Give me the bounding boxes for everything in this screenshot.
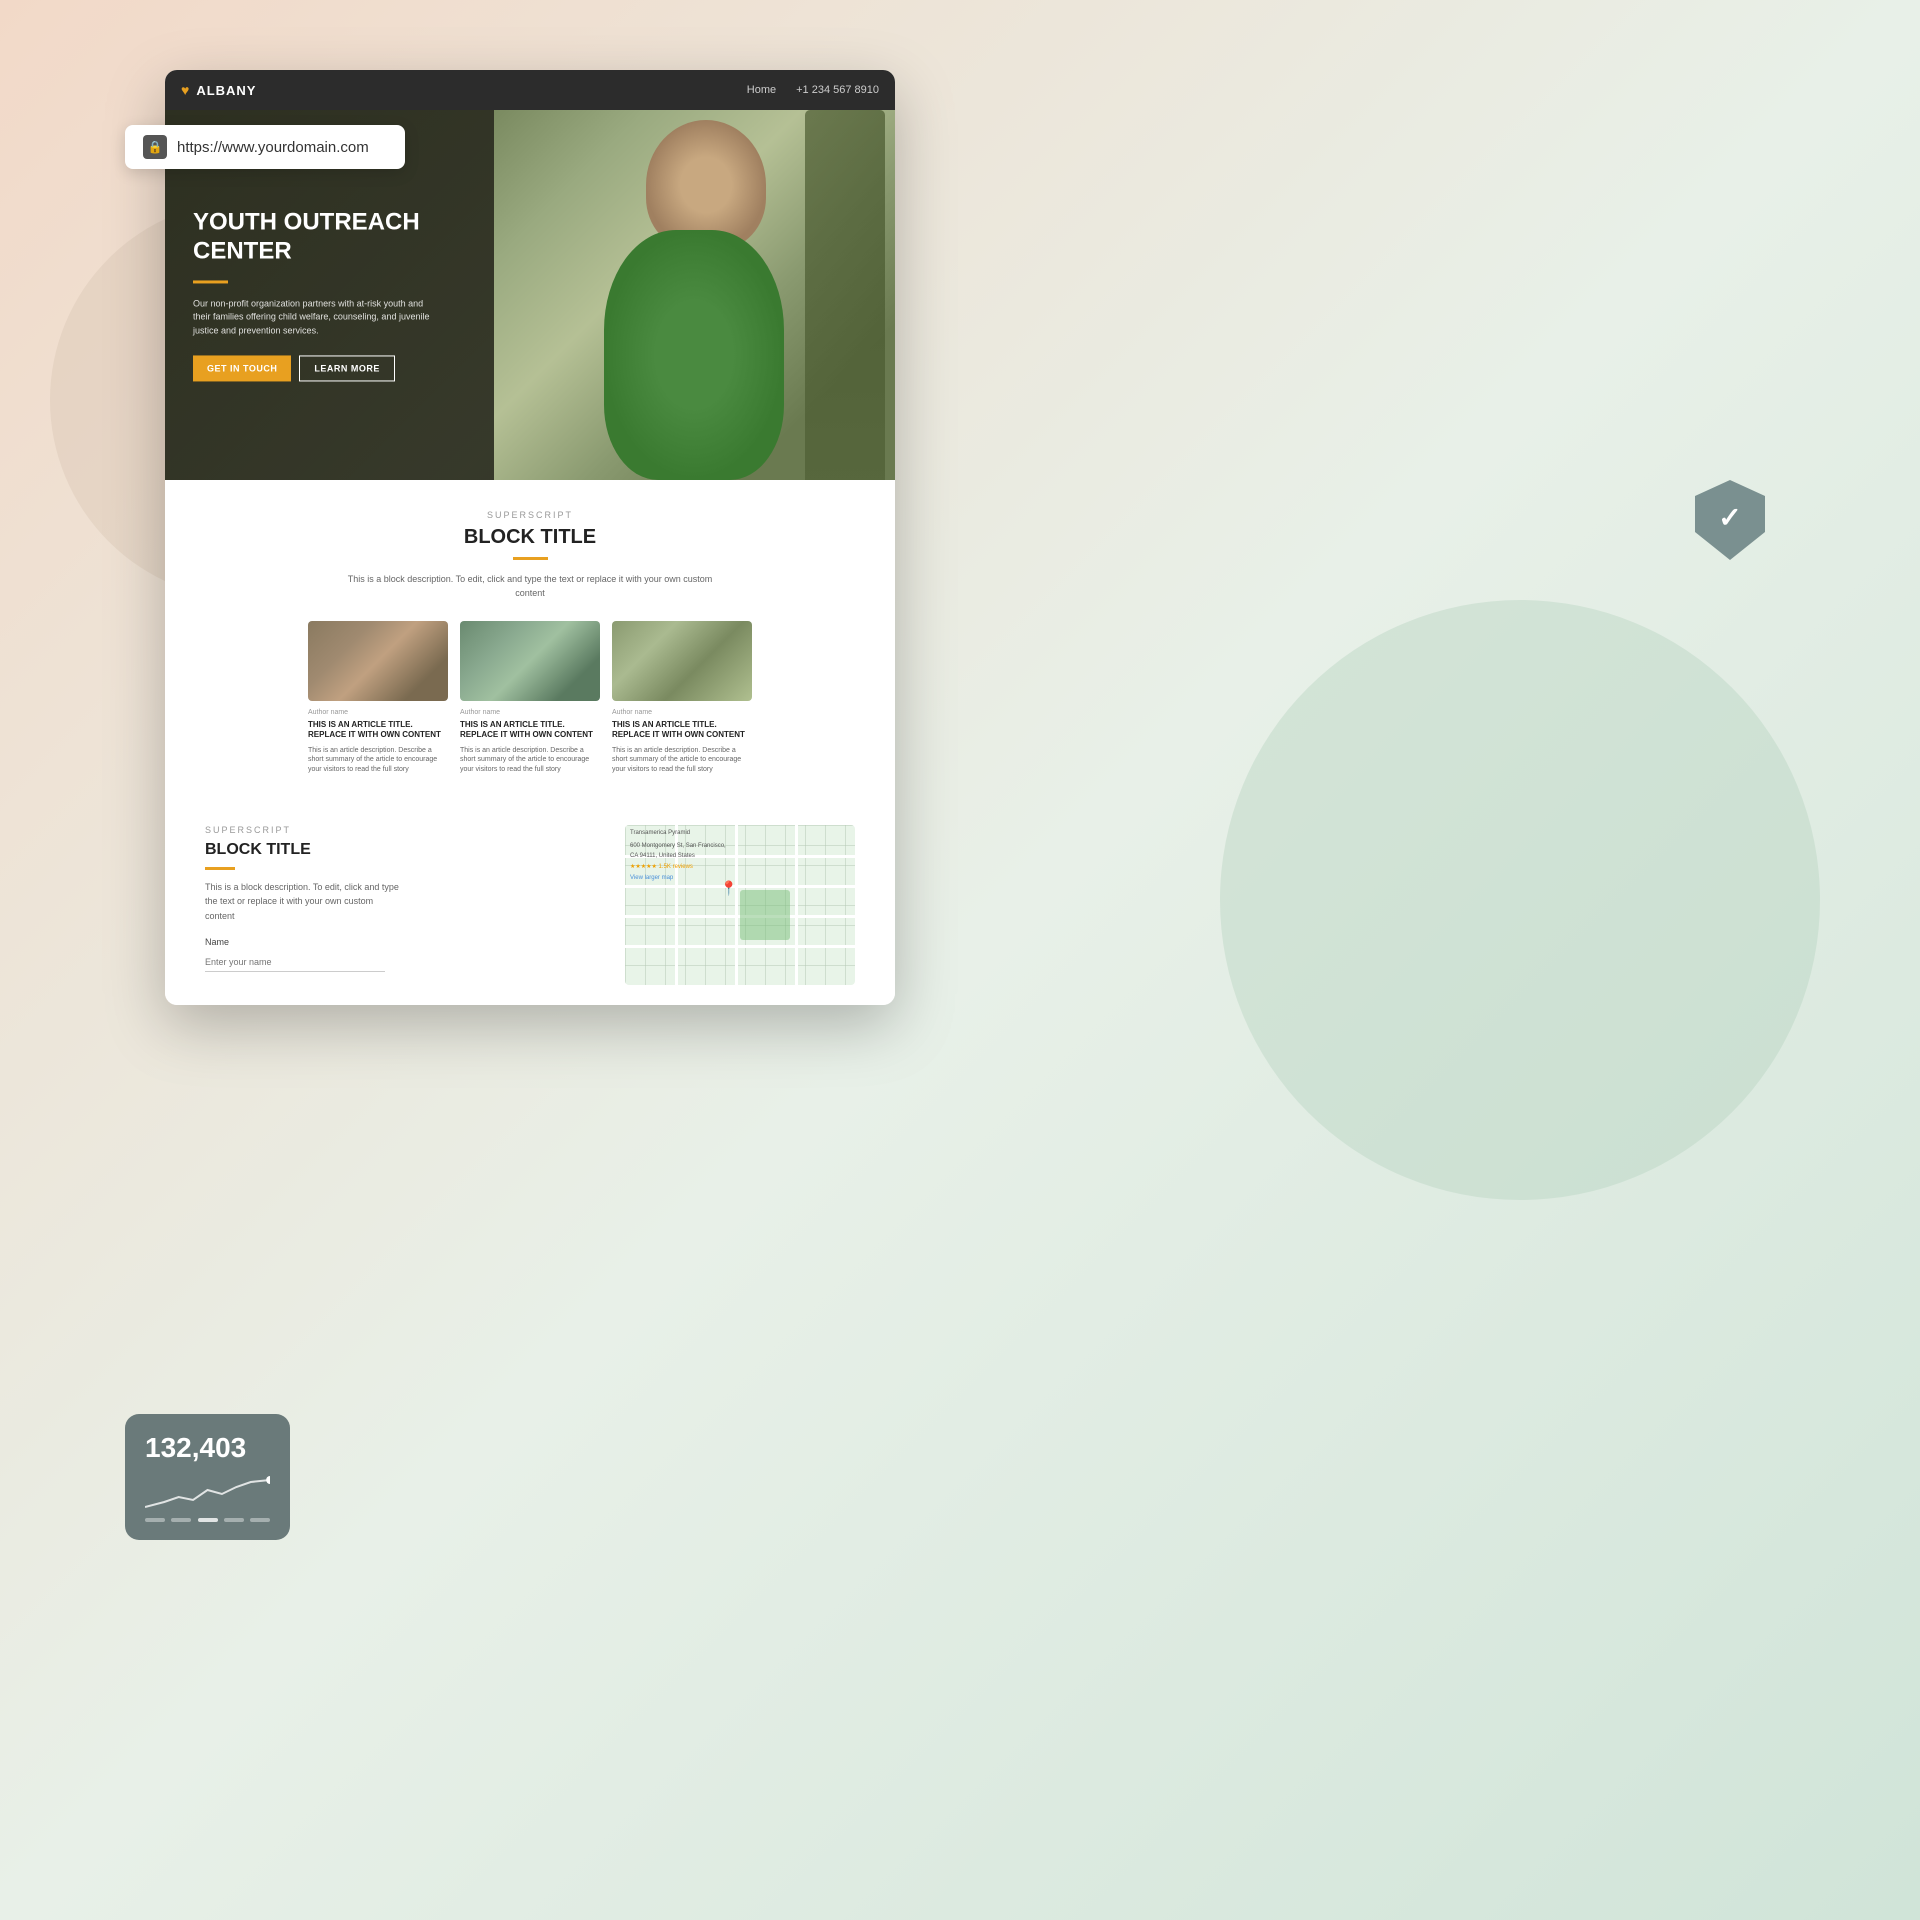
- card1-image: [308, 621, 448, 701]
- section2-description: This is a block description. To edit, cl…: [205, 880, 405, 923]
- hero-image: [494, 110, 896, 480]
- map-road: [795, 825, 798, 985]
- block-section-1: SUPERSCRIPT BLOCK TITLE This is a block …: [165, 480, 895, 805]
- card1-description: This is an article description. Describe…: [308, 746, 448, 775]
- chart-dot-3: [198, 1518, 218, 1522]
- nav-links: Home +1 234 567 8910: [747, 84, 879, 96]
- section2-title: BLOCK TITLE: [205, 841, 605, 859]
- map-park: [740, 890, 790, 940]
- stats-number: 132,403: [145, 1432, 270, 1464]
- map-road: [735, 825, 738, 985]
- get-in-touch-button[interactable]: GET IN TOUCH: [193, 356, 291, 382]
- hero-description: Our non-profit organization partners wit…: [193, 297, 433, 338]
- checkmark-icon: ✓: [1718, 501, 1741, 534]
- section1-underline: [513, 557, 548, 560]
- chart-dot-4: [224, 1518, 244, 1522]
- bg-decoration-1: [1220, 600, 1820, 1200]
- nav-phone[interactable]: +1 234 567 8910: [796, 84, 879, 96]
- site-logo: ♥ ALBANY: [181, 82, 256, 98]
- section2-superscript: SUPERSCRIPT: [205, 825, 605, 835]
- article-card-3: Author name THIS IS AN ARTICLE TITLE. RE…: [612, 621, 752, 775]
- map-rating: ★★★★★ 1.5K reviews: [630, 863, 693, 870]
- hero-title: YOUTH OUTREACH CENTER: [193, 208, 433, 266]
- hero-title-underline: [193, 280, 228, 283]
- shield-icon: ✓: [1695, 480, 1765, 560]
- map-road: [625, 945, 855, 948]
- section2-underline: [205, 867, 235, 870]
- heart-icon: ♥: [181, 82, 190, 98]
- section1-description: This is a block description. To edit, cl…: [340, 572, 720, 601]
- map-view-link[interactable]: View larger map: [630, 875, 673, 881]
- card2-author: Author name: [460, 709, 600, 716]
- map-road: [675, 825, 678, 985]
- chart-dot-1: [145, 1518, 165, 1522]
- map-pin: 📍: [720, 880, 737, 897]
- article-cards-row: Author name THIS IS AN ARTICLE TITLE. RE…: [205, 621, 855, 775]
- hero-buttons: GET IN TOUCH LEARN MORE: [193, 356, 433, 382]
- mini-chart: [145, 1472, 270, 1512]
- card3-title[interactable]: THIS IS AN ARTICLE TITLE. REPLACE IT WIT…: [612, 720, 752, 741]
- article-card-1: Author name THIS IS AN ARTICLE TITLE. RE…: [308, 621, 448, 775]
- url-text: https://www.yourdomain.com: [177, 139, 369, 156]
- lock-icon: 🔒: [143, 135, 167, 159]
- contact-form-area: SUPERSCRIPT BLOCK TITLE This is a block …: [205, 825, 605, 985]
- stats-widget: 132,403: [125, 1414, 290, 1540]
- card3-author: Author name: [612, 709, 752, 716]
- card2-image: [460, 621, 600, 701]
- chart-dot-5: [250, 1518, 270, 1522]
- card3-image: [612, 621, 752, 701]
- card2-description: This is an article description. Describe…: [460, 746, 600, 775]
- map-label: CA 94111, United States: [630, 853, 695, 859]
- bottom-section: SUPERSCRIPT BLOCK TITLE This is a block …: [165, 805, 895, 1005]
- section1-title: BLOCK TITLE: [205, 526, 855, 549]
- logo-text: ALBANY: [196, 83, 256, 98]
- card1-title[interactable]: THIS IS AN ARTICLE TITLE. REPLACE IT WIT…: [308, 720, 448, 741]
- map-road: [625, 885, 855, 888]
- browser-toolbar: ♥ ALBANY Home +1 234 567 8910: [165, 70, 895, 110]
- map-area[interactable]: 📍 Transamerica Pyramid 600 Montgomery St…: [625, 825, 855, 985]
- section1-superscript: SUPERSCRIPT: [205, 510, 855, 520]
- name-input[interactable]: [205, 953, 385, 972]
- card1-author: Author name: [308, 709, 448, 716]
- learn-more-button[interactable]: LEARN MORE: [299, 356, 395, 382]
- card2-title[interactable]: THIS IS AN ARTICLE TITLE. REPLACE IT WIT…: [460, 720, 600, 741]
- chart-svg: [145, 1472, 270, 1512]
- name-field-label: Name: [205, 937, 605, 947]
- hero-content: YOUTH OUTREACH CENTER Our non-profit org…: [193, 208, 433, 381]
- map-visual: 📍 Transamerica Pyramid 600 Montgomery St…: [625, 825, 855, 985]
- map-label: 600 Montgomery St, San Francisco,: [630, 843, 726, 849]
- nav-home[interactable]: Home: [747, 84, 776, 96]
- hero-tree-decoration: [805, 110, 885, 480]
- browser-window: ♥ ALBANY Home +1 234 567 8910 YOUTH OUTR…: [165, 70, 895, 1005]
- chart-dots: [145, 1518, 270, 1522]
- article-card-2: Author name THIS IS AN ARTICLE TITLE. RE…: [460, 621, 600, 775]
- shield-widget: ✓: [1695, 480, 1765, 560]
- url-bar: 🔒 https://www.yourdomain.com: [125, 125, 405, 169]
- map-label: Transamerica Pyramid: [630, 830, 690, 836]
- chart-dot-2: [171, 1518, 191, 1522]
- card3-description: This is an article description. Describe…: [612, 746, 752, 775]
